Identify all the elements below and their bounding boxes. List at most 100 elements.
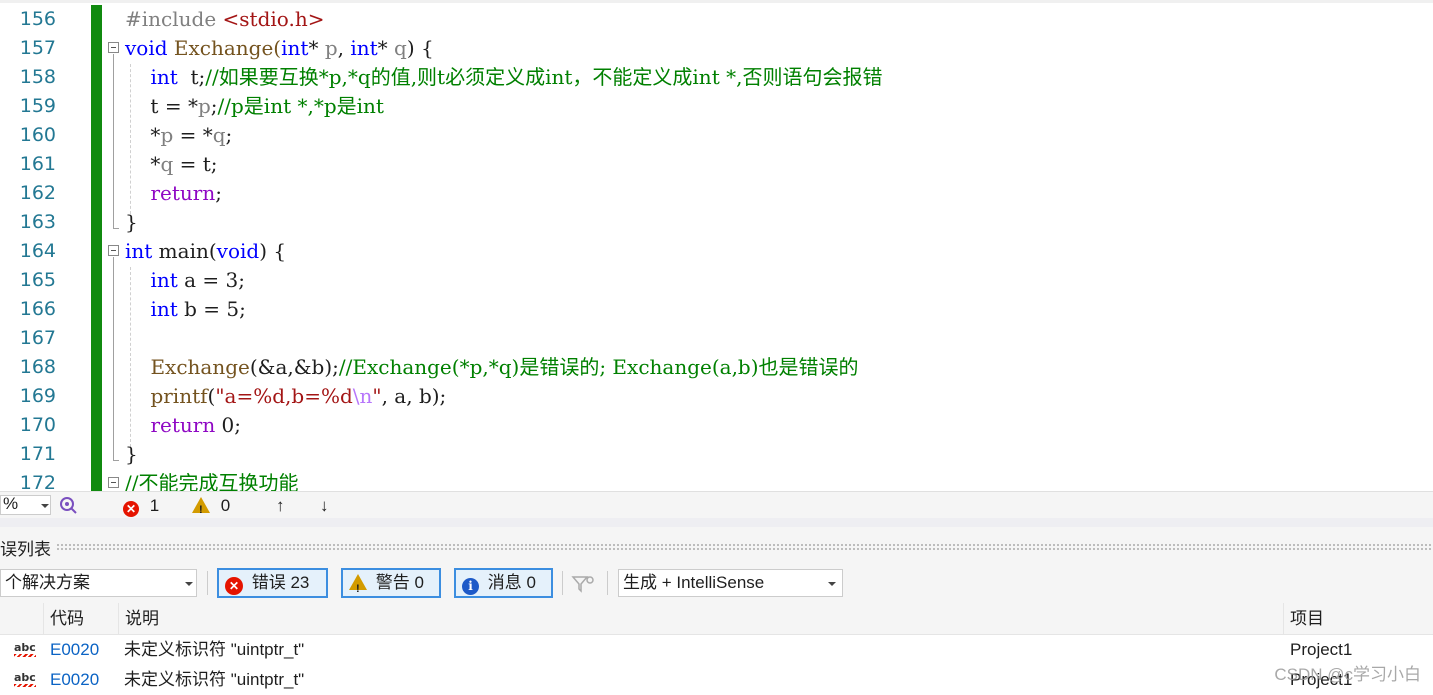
code-token: t; bbox=[177, 65, 206, 89]
line-number: 162 bbox=[19, 182, 56, 204]
code-line[interactable]: t = *p;//p是int *,*p是int bbox=[125, 92, 882, 121]
previous-issue-button[interactable]: ↑ bbox=[276, 495, 285, 517]
line-number: 167 bbox=[19, 327, 56, 349]
code-token: printf bbox=[150, 384, 208, 408]
column-code[interactable]: 代码 bbox=[43, 603, 120, 634]
line-number: 156 bbox=[19, 8, 56, 30]
warnings-filter-label: 警告 0 bbox=[375, 573, 424, 592]
code-token: return bbox=[150, 181, 216, 205]
scope-dropdown[interactable]: 个解决方案 bbox=[0, 569, 197, 597]
code-token: main( bbox=[152, 239, 217, 263]
code-token: return bbox=[150, 413, 216, 437]
line-number: 163 bbox=[19, 211, 56, 233]
code-token: ; bbox=[225, 123, 233, 147]
warnings-filter-button[interactable]: 警告 0 bbox=[341, 568, 441, 602]
warning-count-indicator[interactable]: 0 bbox=[192, 495, 230, 521]
code-line[interactable]: } bbox=[125, 208, 882, 237]
code-line[interactable]: #include <stdio.h> bbox=[125, 5, 882, 34]
table-row[interactable]: abc E0020 未定义标识符 "uintptr_t" Project1 bbox=[0, 635, 1433, 665]
error-icon: ✕ bbox=[225, 577, 243, 595]
collapse-exchange-icon[interactable] bbox=[108, 42, 119, 53]
toolbar-separator bbox=[207, 571, 208, 595]
error-code: E0020 bbox=[50, 670, 100, 689]
column-project[interactable]: 项目 bbox=[1283, 603, 1430, 634]
line-number: 168 bbox=[19, 356, 56, 378]
code-line[interactable]: //不能完成互换功能 bbox=[125, 469, 882, 491]
drag-grip[interactable] bbox=[56, 543, 1433, 550]
code-token: 0; bbox=[215, 413, 242, 437]
code-token: * bbox=[125, 123, 161, 147]
code-token: * bbox=[308, 36, 325, 60]
collapse-main-icon[interactable] bbox=[108, 245, 119, 256]
code-line[interactable] bbox=[125, 324, 882, 353]
error-icon: ✕ bbox=[123, 501, 139, 517]
toolbar-separator bbox=[607, 571, 608, 595]
code-token: = * bbox=[173, 123, 213, 147]
code-token: <stdio.h> bbox=[222, 7, 325, 31]
fold-guide bbox=[113, 54, 114, 228]
code-token: Exchange bbox=[150, 355, 250, 379]
fold-guide bbox=[113, 257, 114, 460]
line-number: 170 bbox=[19, 414, 56, 436]
code-line[interactable]: return 0; bbox=[125, 411, 882, 440]
code-line[interactable]: *q = t; bbox=[125, 150, 882, 179]
code-token: ; bbox=[215, 181, 222, 205]
error-description: 未定义标识符 "uintptr_t" bbox=[124, 640, 305, 659]
table-row[interactable]: abc E0020 未定义标识符 "uintptr_t" Project1 bbox=[0, 665, 1433, 695]
editor-status-bar: % ✕ 1 0 ↑ ↓ bbox=[0, 491, 1433, 521]
errors-filter-button[interactable]: ✕ 错误 23 bbox=[217, 568, 328, 598]
change-tracking-bar bbox=[91, 5, 102, 491]
line-number: 165 bbox=[19, 269, 56, 291]
line-number: 172 bbox=[19, 472, 56, 491]
code-token: q bbox=[160, 152, 174, 176]
filter-icon[interactable] bbox=[571, 574, 595, 599]
code-line[interactable]: int a = 3; bbox=[125, 266, 882, 295]
code-line[interactable]: Exchange(&a,&b);//Exchange(*p,*q)是错误的; E… bbox=[125, 353, 882, 382]
panel-title-bar[interactable]: 误列表 bbox=[0, 527, 1433, 565]
code-line[interactable]: int main(void) { bbox=[125, 237, 882, 266]
error-list-panel: 误列表 个解决方案 ✕ 错误 23 警告 0 i 消息 0 生成 + Intel… bbox=[0, 527, 1433, 695]
line-number: 171 bbox=[19, 443, 56, 465]
line-number: 159 bbox=[19, 95, 56, 117]
next-issue-button[interactable]: ↓ bbox=[320, 495, 329, 517]
line-number: 166 bbox=[19, 298, 56, 320]
code-token: //如果要互换*p,*q的值,则t必须定义成int，不能定义成int *,否则语… bbox=[205, 65, 883, 89]
code-line[interactable]: printf("a=%d,b=%d\n", a, b); bbox=[125, 382, 882, 411]
code-line[interactable]: return; bbox=[125, 179, 882, 208]
code-token: * bbox=[377, 36, 395, 60]
code-token: int bbox=[281, 36, 309, 60]
code-token: , a, b); bbox=[381, 384, 447, 408]
line-number: 157 bbox=[19, 37, 56, 59]
messages-filter-button[interactable]: i 消息 0 bbox=[454, 568, 553, 598]
code-token: * bbox=[125, 152, 161, 176]
code-token: //不能完成互换功能 bbox=[125, 471, 299, 491]
code-token: p bbox=[324, 36, 338, 60]
panel-title: 误列表 bbox=[0, 540, 51, 559]
code-token: //p是int *,*p是int bbox=[217, 94, 384, 118]
column-icon[interactable] bbox=[0, 603, 43, 634]
code-line[interactable]: *p = *q; bbox=[125, 121, 882, 150]
column-description[interactable]: 说明 bbox=[118, 603, 1285, 634]
collapse-comment-icon[interactable] bbox=[108, 477, 119, 488]
code-text-area[interactable]: #include <stdio.h> void Exchange(int* p, … bbox=[125, 5, 882, 491]
build-filter-dropdown[interactable]: 生成 + IntelliSense bbox=[618, 569, 843, 597]
code-token: int bbox=[150, 297, 178, 321]
zoom-select[interactable]: % bbox=[0, 494, 51, 515]
arrow-down-icon: ↓ bbox=[320, 496, 329, 515]
code-token: \n bbox=[352, 384, 373, 408]
errors-filter-label: 错误 23 bbox=[251, 573, 310, 592]
spellcheck-error-icon: abc bbox=[14, 641, 36, 657]
code-editor[interactable]: 156 157 158 159 160 161 162 163 164 165 166 167 168 1… bbox=[0, 0, 1433, 491]
code-line[interactable]: int t;//如果要互换*p,*q的值,则t必须定义成int，不能定义成int… bbox=[125, 63, 882, 92]
code-line[interactable]: void Exchange(int* p, int* q) { bbox=[125, 34, 882, 63]
panel-splitter[interactable] bbox=[0, 518, 1433, 527]
error-count-indicator[interactable]: ✕ 1 bbox=[123, 495, 159, 517]
code-line[interactable]: int b = 5; bbox=[125, 295, 882, 324]
code-token: ) { bbox=[406, 36, 434, 60]
code-line[interactable]: } bbox=[125, 440, 882, 469]
code-token: int bbox=[125, 239, 153, 263]
